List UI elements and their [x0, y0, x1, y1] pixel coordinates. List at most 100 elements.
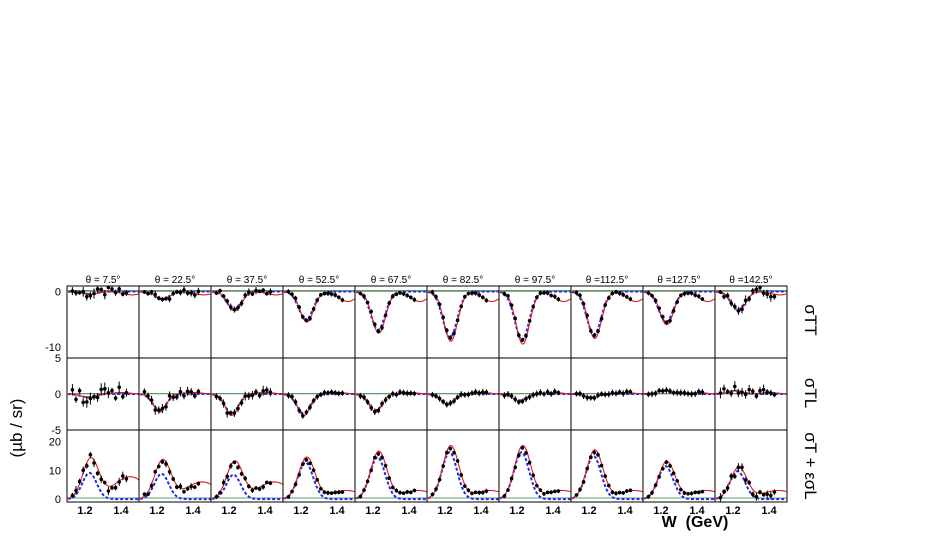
model-curve-red	[499, 291, 572, 345]
x-tick-label: 1.4	[185, 505, 201, 517]
data-point	[581, 480, 586, 484]
model-curve-red	[139, 392, 211, 413]
x-tick-label: 1.4	[113, 505, 129, 517]
row-label-sigma-t-eps-l: σT + εσL	[801, 432, 820, 499]
data-point	[92, 461, 96, 465]
y-axis-title: (µb / sr)	[7, 399, 26, 458]
data-point	[121, 292, 125, 296]
x-tick-label: 1.2	[437, 505, 452, 517]
data-point	[254, 486, 258, 490]
data-point	[157, 464, 161, 469]
data-point	[124, 291, 129, 295]
data-point	[391, 485, 395, 490]
data-point	[337, 391, 341, 396]
data-point	[373, 409, 377, 414]
data-point	[247, 394, 251, 398]
panel-frame	[426, 429, 500, 503]
data-point	[92, 291, 96, 296]
data-point	[178, 484, 183, 489]
y-tick-label: 20	[49, 437, 61, 449]
data-point	[239, 400, 244, 405]
data-point	[196, 289, 201, 294]
data-point	[85, 464, 89, 468]
angle-label: θ =142.5°	[729, 275, 772, 286]
data-point	[592, 450, 597, 455]
data-point	[772, 294, 777, 299]
data-point	[293, 482, 298, 487]
panel-frame	[210, 429, 284, 503]
data-point	[675, 479, 679, 483]
data-point	[99, 287, 103, 292]
data-point	[146, 492, 150, 497]
data-point	[754, 394, 759, 398]
data-point	[545, 291, 550, 295]
data-point	[85, 400, 89, 404]
data-point	[301, 462, 305, 466]
data-point	[214, 494, 219, 499]
data-point	[175, 485, 179, 489]
model-curve-red	[283, 291, 356, 323]
data-point	[225, 299, 229, 303]
data-point	[95, 287, 100, 291]
data-point	[650, 293, 654, 298]
data-point	[729, 474, 733, 478]
data-point	[196, 389, 201, 394]
data-point	[527, 319, 532, 323]
data-point	[603, 474, 607, 478]
data-point	[589, 328, 593, 333]
data-point	[164, 405, 168, 409]
data-point	[189, 484, 193, 489]
data-point	[95, 471, 100, 476]
data-point	[520, 446, 525, 450]
data-point	[625, 389, 629, 394]
angle-label: θ = 82.5°	[443, 275, 483, 286]
data-point	[121, 394, 125, 399]
data-point	[236, 465, 240, 470]
data-point	[340, 490, 345, 494]
data-point	[463, 294, 467, 299]
data-point	[725, 293, 730, 298]
data-point	[185, 389, 190, 394]
data-point	[160, 406, 165, 411]
data-point	[239, 301, 244, 306]
data-point	[257, 289, 262, 294]
data-point	[603, 392, 607, 397]
data-point	[437, 477, 442, 482]
data-point	[243, 394, 247, 398]
data-point	[463, 484, 467, 488]
data-point	[445, 402, 449, 407]
data-point	[513, 465, 517, 470]
data-point	[117, 385, 121, 390]
data-point	[290, 489, 294, 494]
data-point	[225, 411, 229, 415]
data-point	[189, 291, 193, 295]
data-point	[761, 387, 766, 392]
data-point	[736, 309, 741, 313]
data-point	[315, 298, 320, 303]
data-point	[293, 400, 298, 404]
data-point	[380, 455, 384, 460]
data-point	[617, 291, 622, 296]
data-point	[218, 490, 222, 495]
data-point	[333, 390, 338, 395]
data-point	[484, 298, 489, 303]
data-point	[520, 399, 525, 404]
data-point	[578, 293, 582, 298]
data-point	[700, 489, 705, 494]
data-point	[743, 298, 748, 303]
data-point	[77, 479, 82, 484]
data-point	[142, 290, 147, 294]
y-tick-label: 5	[55, 353, 61, 365]
data-point	[437, 396, 442, 401]
data-point	[315, 394, 320, 399]
data-point	[686, 391, 690, 396]
data-point	[686, 491, 690, 496]
data-point	[434, 394, 438, 398]
data-point	[513, 397, 517, 402]
angle-label: θ = 67.5°	[371, 275, 411, 286]
x-tick-label: 1.2	[149, 505, 164, 517]
y-tick-label: 0	[55, 494, 61, 506]
data-point	[614, 391, 618, 396]
data-point	[679, 487, 683, 492]
angle-label: θ =112.5°	[586, 275, 628, 286]
